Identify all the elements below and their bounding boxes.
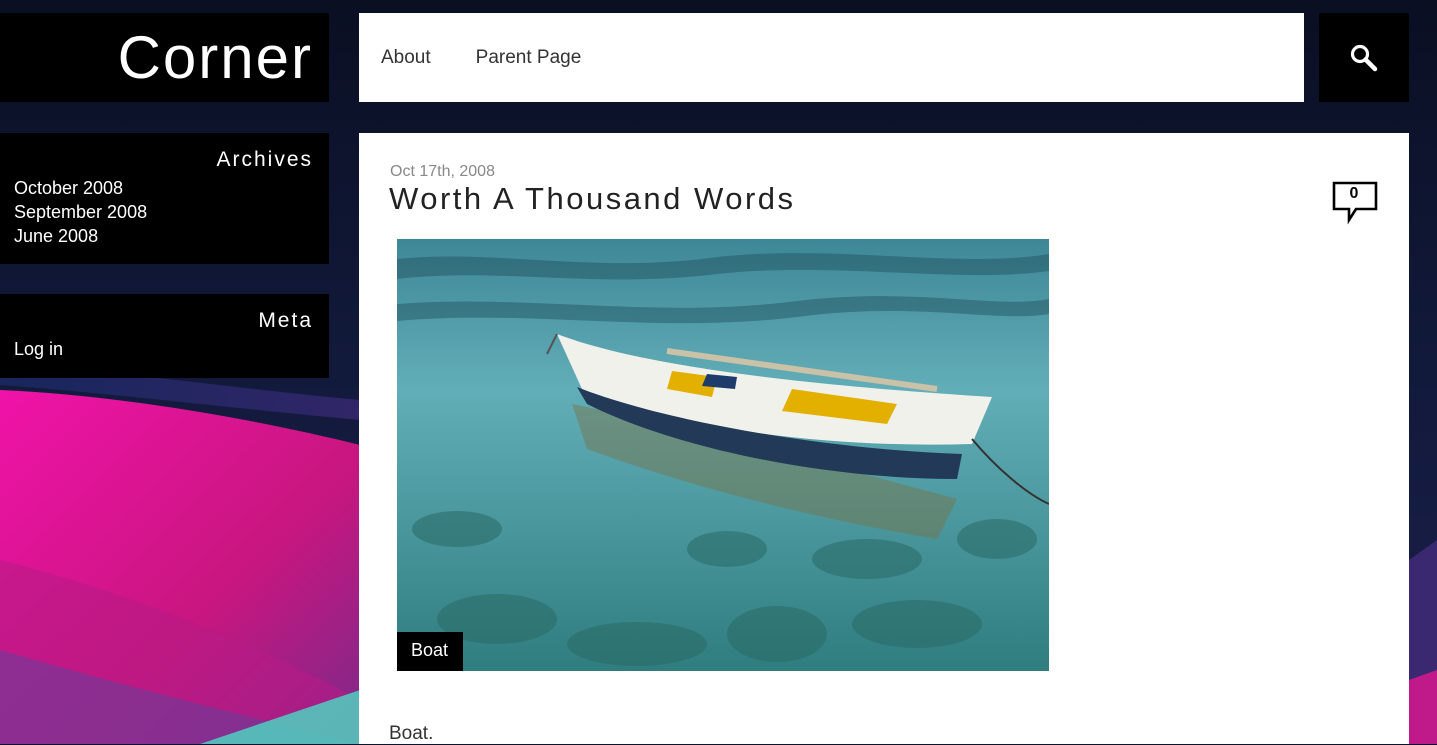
comment-count-button[interactable]: 0	[1332, 181, 1378, 225]
post-body-text: Boat.	[389, 723, 434, 744]
meta-list: Log in	[14, 338, 313, 362]
meta-widget: Meta Log in	[0, 294, 329, 378]
post-card: Oct 17th, 2008 Worth A Thousand Words 0	[359, 133, 1409, 744]
main-navigation: About Parent Page	[359, 13, 1304, 102]
post-image[interactable]: Boat	[397, 239, 1049, 671]
archives-widget: Archives October 2008 September 2008 Jun…	[0, 133, 329, 264]
nav-item-parent-page[interactable]: Parent Page	[476, 47, 582, 69]
list-item: June 2008	[14, 225, 313, 249]
meta-heading: Meta	[258, 309, 313, 332]
comment-count: 0	[1349, 185, 1359, 202]
nav-item-about[interactable]: About	[381, 47, 431, 69]
post-date: Oct 17th, 2008	[390, 163, 495, 180]
search-button[interactable]	[1319, 13, 1409, 102]
site-title-box: Corner	[0, 13, 329, 102]
list-item: Log in	[14, 338, 313, 362]
boat-photo	[397, 239, 1049, 671]
search-icon	[1350, 44, 1378, 71]
image-caption: Boat	[397, 632, 464, 671]
log-in-link[interactable]: Log in	[14, 339, 63, 359]
archives-heading: Archives	[216, 148, 313, 171]
list-item: October 2008	[14, 177, 313, 201]
list-item: September 2008	[14, 201, 313, 225]
archive-link-september-2008[interactable]: September 2008	[14, 202, 147, 222]
archive-link-october-2008[interactable]: October 2008	[14, 178, 123, 198]
post-title[interactable]: Worth A Thousand Words	[389, 181, 796, 217]
archive-link-june-2008[interactable]: June 2008	[14, 226, 98, 246]
archives-list: October 2008 September 2008 June 2008	[14, 177, 313, 249]
site-title-link[interactable]: Corner	[118, 24, 313, 91]
